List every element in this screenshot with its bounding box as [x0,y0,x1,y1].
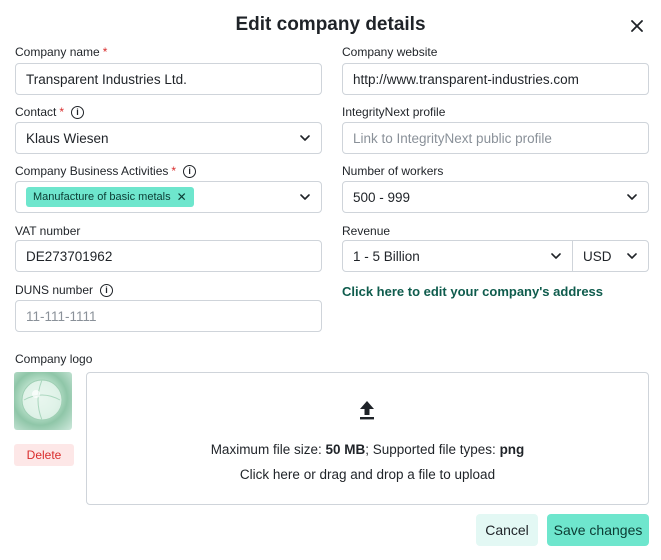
number-of-workers-value: 500 - 999 [353,189,411,205]
cancel-button[interactable]: Cancel [476,514,538,546]
remove-chip-icon[interactable]: ✕ [177,190,187,204]
contact-label: Contact * i [15,105,85,119]
company-logo-image [14,372,72,430]
vat-number-input[interactable]: DE273701962 [15,240,322,272]
business-activities-label-text: Company Business Activities [15,164,169,178]
company-name-value: Transparent Industries Ltd. [26,71,187,87]
required-marker: * [102,45,108,59]
contact-select[interactable]: Klaus Wiesen [15,122,322,154]
company-name-input[interactable]: Transparent Industries Ltd. [15,63,322,95]
company-logo-label-text: Company logo [15,352,93,366]
chevron-down-icon [300,194,310,200]
revenue-select[interactable]: 1 - 5 Billion [342,240,573,272]
business-activities-label: Company Business Activities * i [15,164,197,178]
duns-number-label: DUNS number i [15,283,114,297]
info-icon[interactable]: i [100,283,114,297]
upload-icon [360,401,374,420]
vat-number-label-text: VAT number [15,224,81,238]
close-icon [631,20,643,32]
contact-value: Klaus Wiesen [26,130,109,146]
duns-number-label-text: DUNS number [15,283,94,297]
chevron-down-icon [627,194,637,200]
size-prefix: Maximum file size: [210,442,326,457]
info-icon[interactable]: i [71,105,85,119]
vat-number-label: VAT number [15,224,80,238]
activity-chip-label: Manufacture of basic metals [33,191,171,203]
revenue-value: 1 - 5 Billion [353,248,420,264]
duns-number-input[interactable]: 11-111-1111 [15,300,322,332]
revenue-label: Revenue [342,224,390,238]
dialog-title: Edit company details [235,14,426,35]
types-value: png [499,442,525,457]
globe-image [21,379,63,421]
required-marker: * [171,164,177,178]
company-website-label-text: Company website [342,45,438,59]
integritynext-input[interactable]: Link to IntegrityNext public profile [342,122,649,154]
required-marker: * [59,105,65,119]
chevron-down-icon [551,253,561,259]
number-of-workers-label: Number of workers [342,164,443,178]
types-prefix: ; Supported file types: [365,442,500,457]
integritynext-label-text: IntegrityNext profile [342,105,446,119]
close-button[interactable] [625,14,649,38]
info-icon[interactable]: i [183,164,197,178]
edit-company-dialog: Edit company details Company name * Trans… [0,0,661,560]
dropzone-file-info: Maximum file size: 50 MB; Supported file… [87,442,648,457]
contact-label-text: Contact [15,105,57,119]
size-value: 50 MB [325,442,366,457]
edit-address-link[interactable]: Click here to edit your company's addres… [342,284,603,299]
currency-value: USD [583,248,612,264]
company-name-label: Company name * [15,45,107,59]
chevron-down-icon [627,253,637,259]
company-name-label-text: Company name [15,45,100,59]
number-of-workers-label-text: Number of workers [342,164,444,178]
currency-select[interactable]: USD [572,240,649,272]
duns-number-placeholder: 11-111-1111 [26,308,97,324]
integritynext-label: IntegrityNext profile [342,105,445,119]
company-logo-label: Company logo [15,352,92,366]
company-website-input[interactable]: http://www.transparent-industries.com [342,63,649,95]
save-changes-button[interactable]: Save changes [547,514,649,546]
number-of-workers-select[interactable]: 500 - 999 [342,181,649,213]
dropzone-instruction: Click here or drag and drop a file to up… [239,467,496,482]
activity-chip: Manufacture of basic metals ✕ [26,187,194,207]
company-website-value: http://www.transparent-industries.com [353,71,579,87]
company-website-label: Company website [342,45,437,59]
vat-number-value: DE273701962 [26,248,113,264]
logo-dropzone[interactable]: Maximum file size: 50 MB; Supported file… [86,372,649,505]
revenue-label-text: Revenue [342,224,391,238]
business-activities-select[interactable]: Manufacture of basic metals ✕ [15,181,322,213]
delete-logo-button[interactable]: Delete [14,444,74,466]
chevron-down-icon [300,135,310,141]
integritynext-placeholder: Link to IntegrityNext public profile [353,130,552,146]
